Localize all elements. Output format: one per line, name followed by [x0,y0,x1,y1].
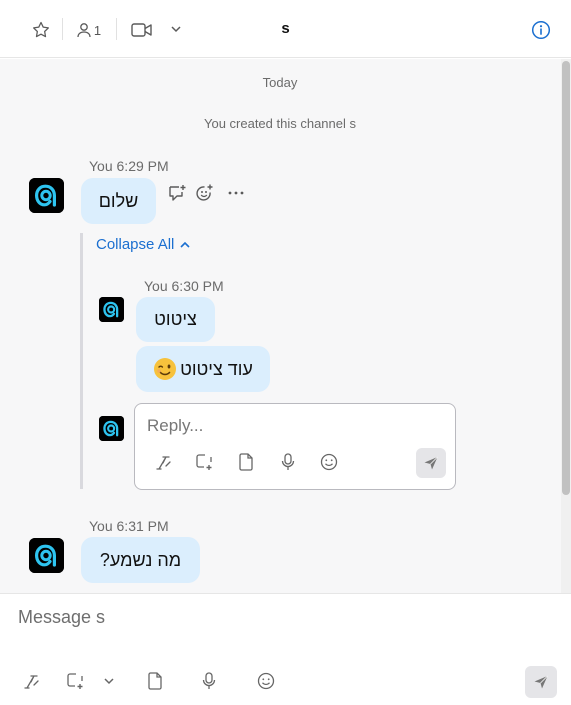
format-icon[interactable] [21,670,43,692]
message-text: עוד ציטוט [180,358,253,379]
screenshot-icon[interactable] [64,670,86,692]
send-icon[interactable] [525,666,557,698]
collapse-all-button[interactable]: Collapse All [96,236,190,253]
avatar [99,416,124,441]
channel-header: 1 s [0,0,571,58]
sender-name: You [89,158,113,174]
message-input[interactable] [18,604,538,630]
file-icon[interactable] [235,451,257,473]
avatar[interactable] [29,178,64,213]
message-meta: You 6:29 PM [89,158,169,174]
microphone-icon[interactable] [198,670,220,692]
screenshot-icon[interactable] [193,451,215,473]
message-time: 6:31 PM [116,518,169,534]
reply-thread-icon[interactable] [166,182,188,204]
microphone-icon[interactable] [277,451,299,473]
message-text: ציטוט [154,309,197,329]
emoji-icon[interactable] [318,451,340,473]
reply-bubble[interactable]: ציטוט [136,297,215,342]
wink-emoji-icon [153,357,177,381]
message-time: 6:29 PM [116,158,169,174]
chevron-up-icon [180,241,190,248]
reply-bubble[interactable]: עוד ציטוט [136,346,270,392]
message-bubble[interactable]: מה נשמע? [81,537,200,583]
scroll-thumb[interactable] [562,61,570,495]
emoji-icon[interactable] [255,670,277,692]
file-icon[interactable] [144,670,166,692]
message-composer [0,593,571,705]
message-feed[interactable]: Today You created this channel s You 6:2… [0,59,571,593]
avatar[interactable] [99,297,124,322]
more-icon[interactable] [225,182,247,204]
system-message: You created this channel s [203,116,356,131]
message-text: שלום [98,190,139,211]
message-time: 6:30 PM [171,278,224,294]
sender-name: You [89,518,113,534]
scrollbar[interactable] [561,59,571,593]
channel-title: s [281,20,290,37]
avatar[interactable] [29,538,64,573]
reply-input[interactable] [147,414,437,438]
info-icon[interactable] [529,18,553,42]
format-icon[interactable] [153,451,175,473]
send-icon[interactable] [416,448,446,478]
date-divider: Today [262,75,298,90]
sender-name: You [144,278,168,294]
message-meta: You 6:31 PM [89,518,169,534]
message-meta: You 6:30 PM [144,278,224,294]
chevron-down-icon[interactable] [101,672,117,690]
thread-line [80,233,83,489]
add-reaction-icon[interactable] [194,182,216,204]
reply-box [134,403,456,490]
message-text: מה נשמע? [99,549,182,570]
message-bubble[interactable]: שלום [81,178,156,224]
collapse-all-label: Collapse All [96,236,175,253]
